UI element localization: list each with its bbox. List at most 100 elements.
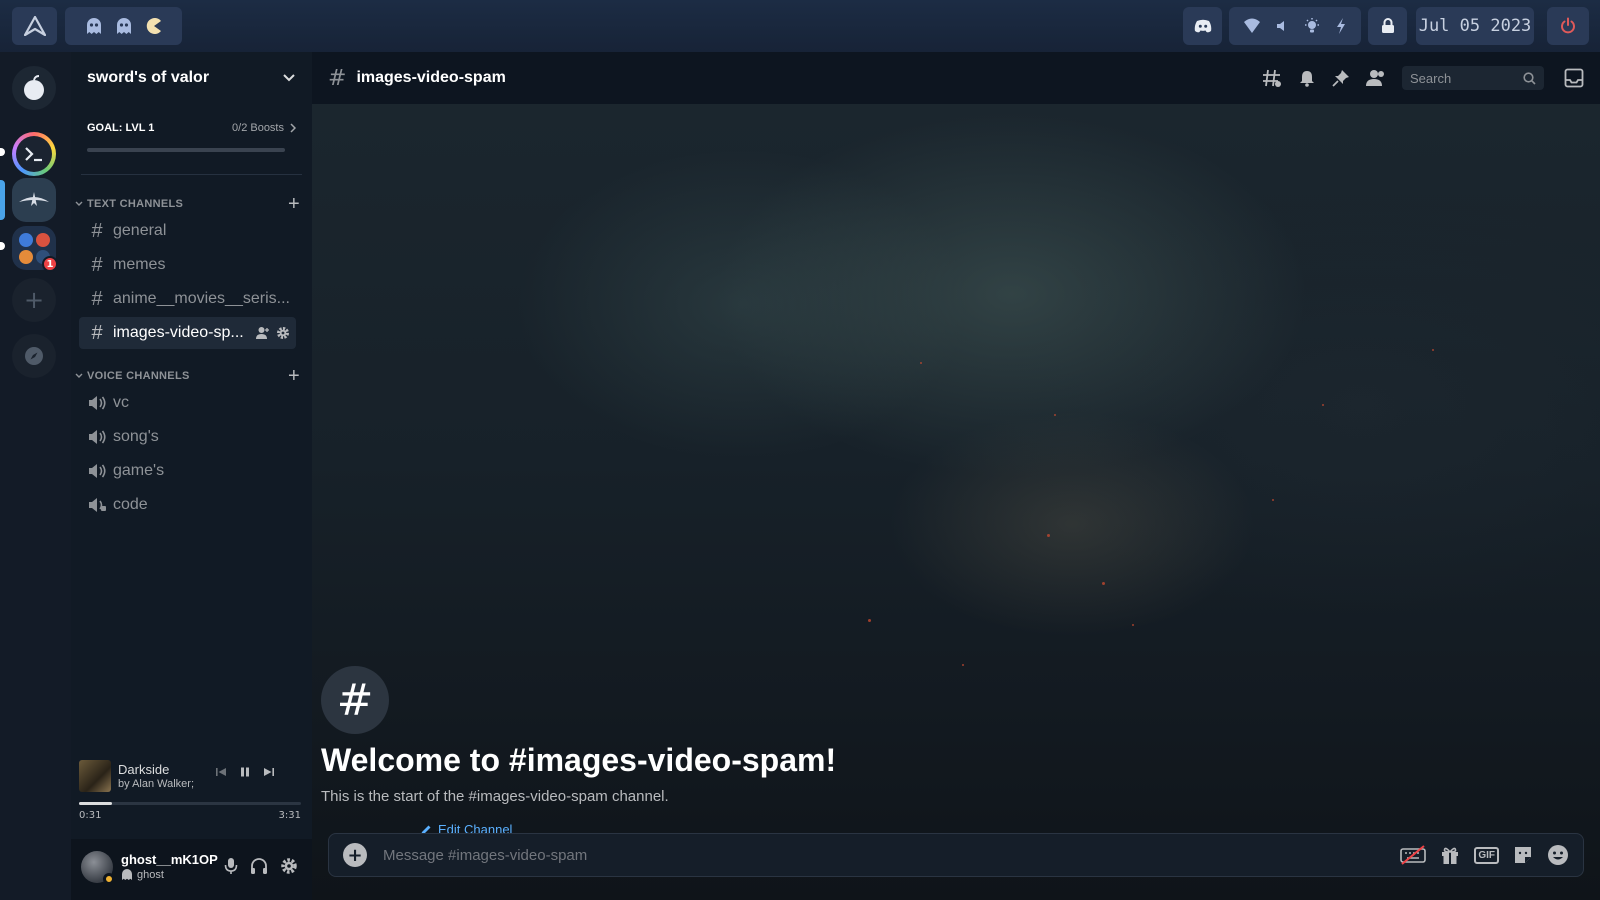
message-input[interactable] <box>383 846 1401 864</box>
terminal-icon <box>16 136 52 172</box>
discord-tray-button[interactable] <box>1183 7 1222 45</box>
battery-charging-icon[interactable] <box>1335 17 1347 35</box>
volume-icon[interactable] <box>1275 19 1289 33</box>
pin-icon[interactable] <box>1332 69 1350 87</box>
server-folder[interactable]: 1 <box>12 226 58 272</box>
arch-logo-icon <box>23 16 46 36</box>
discord-icon <box>1194 19 1211 33</box>
system-top-bar: Jul 05 2023 <box>0 0 1600 52</box>
track-artist: by Alan Walker; <box>118 778 195 790</box>
keyboard-disabled-icon[interactable] <box>1400 845 1427 865</box>
voice-channel-vc[interactable]: vc <box>79 387 296 419</box>
boost-goal-label: GOAL: LVL 1 <box>87 122 155 134</box>
chevron-down-icon <box>283 74 295 82</box>
member-list-icon[interactable] <box>1366 69 1386 87</box>
chevron-right-icon <box>290 123 296 133</box>
server-header[interactable]: sword's of valor <box>71 52 312 104</box>
category-text-channels[interactable]: TEXT CHANNELS + <box>75 194 300 214</box>
track-progress-bar[interactable] <box>79 802 301 805</box>
channel-anime-movies[interactable]: # anime__movies__seris... <box>79 283 296 315</box>
avatar[interactable] <box>81 851 115 885</box>
channel-general[interactable]: # general <box>79 215 296 247</box>
channel-title: images-video-spam <box>356 69 506 86</box>
voice-channel-code[interactable]: code <box>79 489 296 521</box>
brightness-icon[interactable] <box>1303 17 1321 35</box>
track-total-time: 3:31 <box>278 810 301 821</box>
channel-memes[interactable]: # memes <box>79 249 296 281</box>
channel-name: game's <box>113 462 165 479</box>
previous-track-icon[interactable] <box>215 766 227 778</box>
channel-name: images-video-sp... <box>113 324 244 341</box>
channel-name: code <box>113 496 148 513</box>
server-name: sword's of valor <box>87 69 210 86</box>
username: ghost__mK1OP <box>121 852 218 867</box>
microphone-icon[interactable] <box>224 857 238 875</box>
home-button[interactable] <box>12 66 56 110</box>
lock-icon <box>1381 18 1394 33</box>
pacman-icon[interactable] <box>145 17 163 35</box>
message-composer: + GIF <box>328 833 1584 877</box>
invite-icon[interactable] <box>256 326 270 340</box>
workspace-switcher[interactable] <box>65 7 182 45</box>
selected-server-indicator <box>0 180 5 220</box>
channel-sidebar: sword's of valor GOAL: LVL 1 0/2 Boosts … <box>71 52 312 900</box>
hash-icon: # <box>91 287 103 310</box>
welcome-subtitle: This is the start of the #images-video-s… <box>321 788 669 805</box>
channel-images-video-spam[interactable]: # images-video-sp... <box>79 317 296 349</box>
emoji-icon[interactable] <box>1547 844 1569 866</box>
ghost-icon[interactable] <box>115 17 133 35</box>
speaker-icon <box>89 430 106 444</box>
power-button[interactable] <box>1547 7 1589 45</box>
boost-progress-bar <box>87 148 285 152</box>
settings-gear-icon[interactable] <box>280 857 298 875</box>
gear-icon[interactable] <box>276 326 290 340</box>
pause-icon[interactable] <box>239 766 251 778</box>
gift-icon[interactable] <box>1440 845 1460 865</box>
date-display: Jul 05 2023 <box>1416 7 1534 45</box>
search-icon <box>1523 71 1536 85</box>
upload-plus-icon[interactable]: + <box>343 843 367 867</box>
mention-badge: 1 <box>42 256 58 272</box>
headphones-icon[interactable] <box>250 857 268 875</box>
inbox-icon[interactable] <box>1564 68 1584 88</box>
next-track-icon[interactable] <box>263 766 275 778</box>
sticker-icon[interactable] <box>1513 845 1533 865</box>
threads-icon[interactable] <box>1262 68 1282 88</box>
chevron-down-icon <box>75 373 83 378</box>
status-text: ghost <box>137 869 164 881</box>
channel-name: anime__movies__seris... <box>113 290 290 307</box>
server-icon-swords-of-valor[interactable] <box>12 178 56 222</box>
category-voice-channels[interactable]: VOICE CHANNELS + <box>75 366 300 386</box>
ghost-status-icon <box>122 869 132 880</box>
track-progress-fill <box>79 802 113 805</box>
welcome-title: Welcome to #images-video-spam! <box>321 742 837 778</box>
channel-name: vc <box>113 394 129 411</box>
channel-header: # images-video-spam Search <box>312 52 1600 104</box>
gif-picker-button[interactable]: GIF <box>1474 846 1499 864</box>
add-server-button[interactable]: + <box>12 278 56 322</box>
ghost-icon[interactable] <box>85 17 103 35</box>
status-indicator <box>103 873 115 885</box>
lock-button[interactable] <box>1368 7 1407 45</box>
launcher-button[interactable] <box>12 7 57 45</box>
plus-icon: + <box>23 286 45 314</box>
user-panel: ghost__mK1OP ghost <box>71 839 312 900</box>
voice-channel-games[interactable]: game's <box>79 455 296 487</box>
status-tray <box>1229 7 1361 45</box>
explore-button[interactable] <box>12 334 56 378</box>
hash-icon: # <box>328 65 347 91</box>
boost-goal[interactable]: GOAL: LVL 1 0/2 Boosts <box>71 122 312 152</box>
channel-name: general <box>113 222 167 239</box>
create-channel-plus-icon[interactable]: + <box>288 194 300 214</box>
voice-channel-songs[interactable]: song's <box>79 421 296 453</box>
unread-indicator <box>0 148 5 156</box>
notification-bell-icon[interactable] <box>1298 69 1316 87</box>
wifi-icon[interactable] <box>1243 18 1261 34</box>
main-panel: # images-video-spam Search # Welcome to … <box>312 52 1600 900</box>
speaker-locked-icon <box>89 498 106 512</box>
compass-icon <box>25 347 43 365</box>
server-icon-terminal[interactable] <box>12 132 56 176</box>
create-channel-plus-icon[interactable]: + <box>288 366 300 386</box>
search-input[interactable]: Search <box>1402 66 1544 90</box>
divider <box>81 174 302 175</box>
